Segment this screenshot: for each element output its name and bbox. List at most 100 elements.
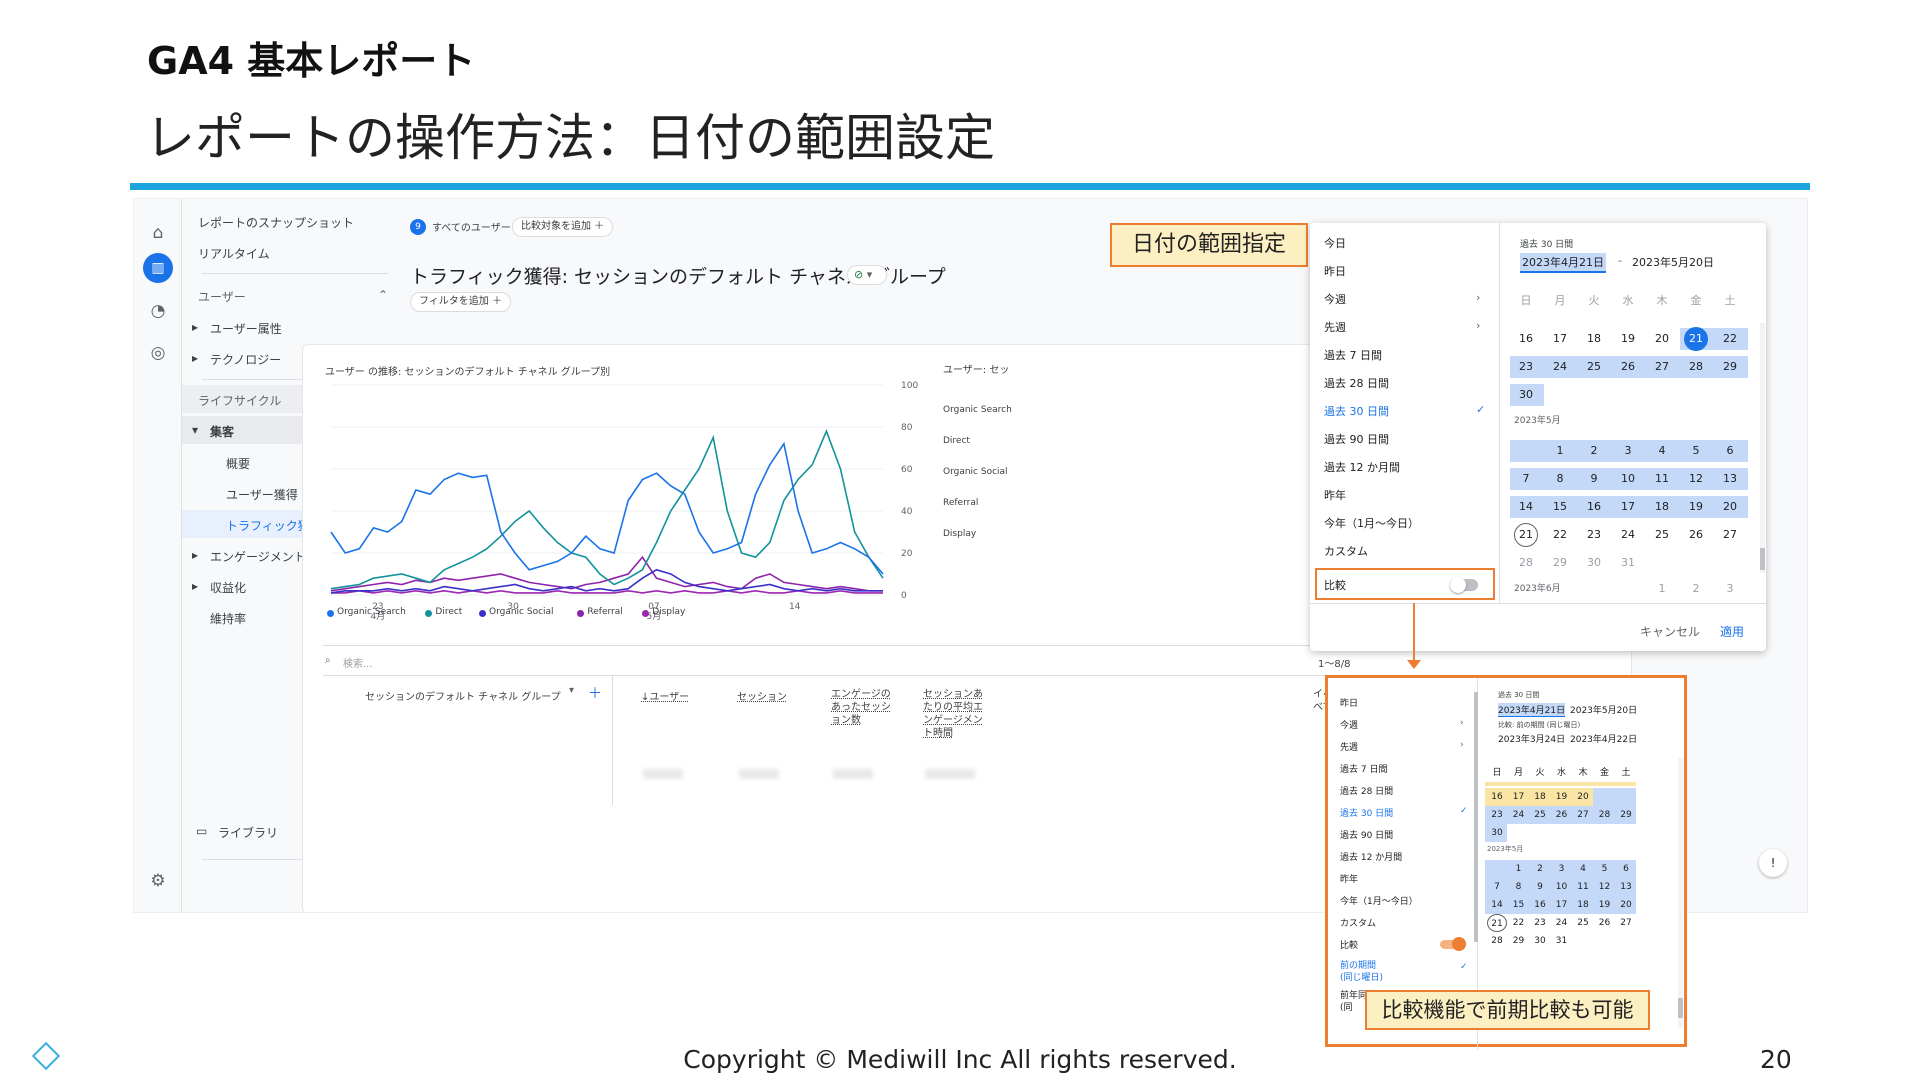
compare-start-input[interactable]: 2023年3月24日 [1498,732,1565,745]
advertising-icon[interactable]: ◎ [146,341,170,365]
calendar-day[interactable]: 2 [1684,579,1708,599]
chevron-up-icon[interactable]: ⌃ [378,288,388,302]
explore-icon[interactable]: ◔ [146,299,170,323]
calendar-scrollbar[interactable] [1678,758,1683,1028]
preset-item[interactable]: 先週 [1340,740,1358,753]
check-circle-icon[interactable]: ⊘ ▾ [847,265,887,285]
calendar-day[interactable]: 26 [1684,525,1708,545]
calendar-day[interactable]: 23 [1582,525,1606,545]
calendar-day[interactable]: 9 [1530,878,1550,896]
calendar-day[interactable]: 16 [1487,788,1507,806]
table-search-input[interactable]: 検索... [343,655,373,670]
compare-toggle[interactable] [1450,577,1478,593]
nav-engagement[interactable]: エンゲージメント [210,548,306,565]
calendar-day[interactable]: 20 [1573,788,1593,806]
calendar-day[interactable]: 28 [1595,806,1615,824]
calendar-day[interactable]: 12 [1684,469,1708,489]
calendar-day[interactable]: 25 [1650,525,1674,545]
calendar-day[interactable]: 18 [1530,788,1550,806]
nav-monetization[interactable]: 収益化 [210,579,246,596]
calendar-day[interactable]: 27 [1573,806,1593,824]
calendar-day[interactable]: 25 [1530,806,1550,824]
nav-retention[interactable]: 維持率 [210,610,246,627]
preset-item[interactable]: 過去 12 か月間 [1340,850,1402,863]
calendar-day[interactable]: 23 [1530,914,1550,932]
end-date-input[interactable]: 2023年5月20日 [1632,254,1722,270]
calendar-day[interactable]: 17 [1548,329,1572,349]
calendar-day[interactable]: 30 [1582,553,1606,573]
calendar-day[interactable]: 19 [1552,788,1572,806]
col-avg-engagement[interactable]: セッションあたりの平均エンゲージメント時間 [923,688,985,740]
gear-icon[interactable]: ⚙ [146,869,170,893]
add-filter-chip[interactable]: フィルタを追加 ＋ [410,292,511,312]
calendar-day[interactable]: 25 [1582,357,1606,377]
apply-button[interactable]: 適用 [1720,623,1744,640]
calendar-day[interactable]: 10 [1616,469,1640,489]
chevron-right-icon[interactable]: › [1476,319,1480,332]
preset-item[interactable]: 昨日 [1324,263,1346,279]
preset-item[interactable]: 過去 30 日間 [1324,403,1389,419]
nav-section-user[interactable]: ユーザー [198,288,246,305]
calendar-day[interactable]: 13 [1616,878,1636,896]
calendar-day[interactable]: 22 [1509,914,1529,932]
nav-realtime[interactable]: リアルタイム [198,245,270,262]
calendar-day[interactable]: 15 [1509,896,1529,914]
col-users[interactable]: ↓ユーザー [641,688,701,703]
calendar-day[interactable]: 14 [1487,896,1507,914]
feedback-icon[interactable]: ! [1759,849,1787,877]
calendar-day[interactable]: 11 [1573,878,1593,896]
calendar-day[interactable]: 26 [1552,806,1572,824]
calendar-day[interactable]: 12 [1595,878,1615,896]
nav-library[interactable]: ライブラリ [218,824,278,841]
preset-item[interactable]: 過去 7 日間 [1340,762,1387,775]
calendar-day[interactable]: 19 [1684,497,1708,517]
calendar-day[interactable]: 30 [1514,385,1538,405]
calendar-day[interactable]: 18 [1582,329,1606,349]
calendar-day[interactable]: 28 [1514,553,1538,573]
add-dimension-icon[interactable]: ＋ [588,683,602,703]
start-date-input[interactable]: 2023年4月21日 [1498,703,1566,717]
preset-item[interactable]: カスタム [1324,543,1368,559]
calendar-day[interactable]: 25 [1573,914,1593,932]
col-sessions[interactable]: セッション [737,688,797,703]
calendar-day[interactable]: 30 [1487,824,1507,842]
nav-section-lifecycle[interactable]: ライフサイクル [198,392,281,409]
calendar-day[interactable]: 7 [1514,469,1538,489]
cancel-button[interactable]: キャンセル [1640,623,1700,640]
col-engaged-sessions[interactable]: エンゲージのあったセッション数 [831,688,893,727]
calendar-day[interactable]: 26 [1595,914,1615,932]
calendar-day[interactable]: 29 [1718,357,1742,377]
preset-item[interactable]: 昨日 [1340,696,1358,709]
chevron-right-icon[interactable]: › [1476,291,1480,304]
calendar-day[interactable]: 31 [1616,553,1640,573]
preset-item[interactable]: 過去 28 日間 [1324,375,1389,391]
calendar-day[interactable]: 31 [1552,932,1572,950]
preset-item[interactable]: 昨年 [1324,487,1346,503]
calendar-day[interactable]: 28 [1684,357,1708,377]
caret-down-icon[interactable]: ▾ [569,685,574,696]
preset-item[interactable]: 今年（1月〜今日） [1340,894,1418,907]
calendar-day[interactable]: 17 [1509,788,1529,806]
calendar-day[interactable]: 17 [1616,497,1640,517]
preset-item[interactable]: 今日 [1324,235,1346,251]
dimension-header[interactable]: セッションのデフォルト チャネル グループ [365,688,561,703]
calendar-day[interactable]: 24 [1552,914,1572,932]
preset-item[interactable]: 過去 12 か月間 [1324,459,1400,475]
add-comparison-chip[interactable]: 比較対象を追加 ＋ [512,217,614,237]
calendar-day[interactable]: 23 [1487,806,1507,824]
calendar-day[interactable]: 29 [1548,553,1572,573]
reports-icon[interactable]: ▥ [143,253,173,283]
start-date-input[interactable]: 2023年4月21日 [1520,253,1606,273]
calendar-day[interactable]: 3 [1718,579,1742,599]
preset-item[interactable]: カスタム [1340,916,1376,929]
calendar-day[interactable]: 1 [1650,579,1674,599]
calendar-day[interactable]: 23 [1514,357,1538,377]
calendar-day[interactable]: 1 [1509,860,1529,878]
calendar-day[interactable]: 21 [1684,327,1708,351]
calendar-day[interactable]: 16 [1514,329,1538,349]
preset-item[interactable]: 今週 [1340,718,1358,731]
calendar-day[interactable]: 15 [1548,497,1572,517]
calendar-day[interactable]: 14 [1514,497,1538,517]
home-icon[interactable]: ⌂ [146,221,170,245]
calendar-day[interactable]: 21 [1487,914,1507,932]
